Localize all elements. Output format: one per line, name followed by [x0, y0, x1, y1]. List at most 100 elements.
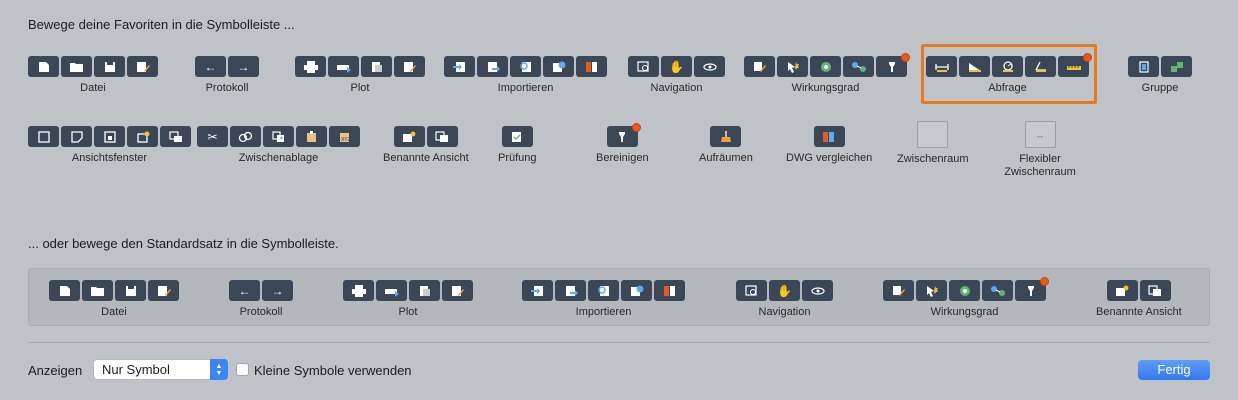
match-properties-icon: [883, 280, 914, 301]
group-gruppe[interactable]: Gruppe: [1128, 56, 1192, 95]
layer-state-icon[interactable]: [843, 56, 874, 77]
group-protokoll[interactable]: ← → Protokoll: [195, 56, 259, 95]
flexible-space-icon[interactable]: ↔: [1024, 121, 1056, 148]
group-label: Wirkungsgrad: [791, 82, 860, 94]
area-icon[interactable]: [959, 56, 990, 77]
orbit-icon[interactable]: [694, 56, 725, 77]
done-button[interactable]: Fertig: [1138, 360, 1210, 380]
dwg-compare-icon[interactable]: [813, 126, 845, 147]
space-placeholder-icon[interactable]: [917, 121, 949, 148]
undo-icon[interactable]: ←: [195, 56, 226, 77]
redo-icon: →: [262, 280, 293, 301]
page-setup-icon: [409, 280, 440, 301]
default-group-navigation[interactable]: ✋ Navigation: [736, 280, 833, 319]
paste-special-icon[interactable]: XYZ: [329, 126, 360, 147]
group-importieren[interactable]: Importieren: [444, 56, 607, 95]
cleanup-broom-icon[interactable]: [710, 126, 742, 147]
viewport-icon[interactable]: [28, 126, 59, 147]
group-zwischenraum[interactable]: Zwischenraum: [897, 121, 969, 166]
publish-icon[interactable]: [394, 56, 425, 77]
copy-base-icon[interactable]: [263, 126, 294, 147]
show-mode-value: Nur Symbol: [102, 362, 170, 377]
copy-icon[interactable]: [230, 126, 261, 147]
radius-icon[interactable]: [992, 56, 1023, 77]
import-icon[interactable]: [444, 56, 475, 77]
group-plot[interactable]: Plot: [295, 56, 425, 95]
redo-icon[interactable]: →: [228, 56, 259, 77]
small-icons-checkbox[interactable]: [236, 363, 249, 376]
group-bereinigen[interactable]: Bereinigen: [596, 123, 649, 165]
group-wirkungsgrad[interactable]: Wirkungsgrad: [744, 53, 910, 95]
pan-hand-icon[interactable]: ✋: [661, 56, 692, 77]
default-group-datei[interactable]: Datei: [49, 280, 179, 319]
default-group-protokoll[interactable]: ← → Protokoll: [229, 280, 293, 319]
default-group-wirkungsgrad[interactable]: Wirkungsgrad: [883, 277, 1049, 319]
purge-all-icon[interactable]: [606, 123, 641, 147]
attach-icon[interactable]: [477, 56, 508, 77]
named-view-icon: [1106, 280, 1138, 301]
badge-dot: [901, 53, 910, 62]
named-view-icon[interactable]: [393, 126, 425, 147]
viewport-clip-icon[interactable]: [61, 126, 92, 147]
attach-dwg-icon[interactable]: [576, 56, 607, 77]
cut-icon[interactable]: ✂: [197, 126, 228, 147]
attach-dwg-icon: [654, 280, 685, 301]
group-label: Ansichtsfenster: [71, 152, 148, 164]
attach-icon: [555, 280, 586, 301]
default-group-importieren[interactable]: Importieren: [522, 280, 685, 319]
page-setup-icon[interactable]: [361, 56, 392, 77]
attach-pdf-icon[interactable]: [510, 56, 541, 77]
quick-select-icon: [916, 280, 947, 301]
save-as-icon[interactable]: [127, 56, 158, 77]
group-navigation[interactable]: ✋ Navigation: [628, 56, 725, 95]
zoom-window-icon[interactable]: [628, 56, 659, 77]
group-dwg-vergleichen[interactable]: DWG vergleichen: [786, 126, 872, 165]
zoom-window-icon: [736, 280, 767, 301]
purge-icon[interactable]: [876, 53, 910, 77]
group-label: DWG vergleichen: [786, 152, 873, 164]
plot-icon: [376, 280, 407, 301]
group-benannte-ansicht[interactable]: Benannte Ansicht: [383, 126, 469, 165]
save-icon: [115, 280, 146, 301]
match-properties-icon[interactable]: [744, 56, 775, 77]
group-ansichtsfenster[interactable]: Ansichtsfenster: [28, 126, 191, 165]
distance-icon[interactable]: [926, 56, 957, 77]
group-flexibler-zwischenraum[interactable]: ↔ Flexibler Zwischenraum: [1000, 121, 1080, 179]
view-manager-icon[interactable]: [426, 126, 458, 147]
group-label: Benannte Ansicht: [383, 152, 469, 164]
paste-icon[interactable]: [296, 126, 327, 147]
group-label: Protokoll: [239, 306, 283, 318]
new-file-icon[interactable]: [28, 56, 59, 77]
group-zwischenablage[interactable]: ✂ XYZ Zwischenablage: [197, 126, 360, 165]
default-group-plot[interactable]: Plot: [343, 280, 473, 319]
group-aufraeumen[interactable]: Aufräumen: [699, 126, 753, 165]
show-mode-select[interactable]: Nur Symbol ▲ ▼: [93, 359, 228, 380]
badge-dot: [1083, 53, 1092, 62]
named-viewport-icon[interactable]: [160, 126, 191, 147]
group-label: Zwischenablage: [238, 152, 319, 164]
audit-icon[interactable]: [501, 126, 533, 147]
viewport-lock-icon[interactable]: [94, 126, 125, 147]
open-folder-icon[interactable]: [61, 56, 92, 77]
angle-icon[interactable]: [1025, 56, 1056, 77]
new-viewport-icon[interactable]: [127, 126, 158, 147]
default-group-benannte-ansicht[interactable]: Benannte Ansicht: [1096, 280, 1182, 319]
isolate-icon[interactable]: [810, 56, 841, 77]
badge-dot: [1040, 277, 1049, 286]
attach-image-icon[interactable]: [543, 56, 574, 77]
quick-select-icon[interactable]: [777, 56, 808, 77]
print-icon[interactable]: [295, 56, 326, 77]
select-arrows-icon: ▲ ▼: [210, 359, 228, 380]
group-icon[interactable]: [1128, 56, 1159, 77]
ungroup-icon[interactable]: [1161, 56, 1192, 77]
save-icon[interactable]: [94, 56, 125, 77]
plot-icon[interactable]: [328, 56, 359, 77]
group-label: Bereinigen: [596, 152, 649, 164]
group-pruefung[interactable]: Prüfung: [498, 126, 537, 165]
measure-icon[interactable]: [1058, 53, 1092, 77]
group-label: Datei: [80, 82, 106, 94]
small-icons-label[interactable]: Kleine Symbole verwenden: [254, 363, 412, 378]
group-label: Zwischenraum: [897, 153, 969, 165]
group-datei[interactable]: Datei: [28, 56, 158, 95]
group-abfrage[interactable]: Abfrage: [926, 53, 1092, 95]
